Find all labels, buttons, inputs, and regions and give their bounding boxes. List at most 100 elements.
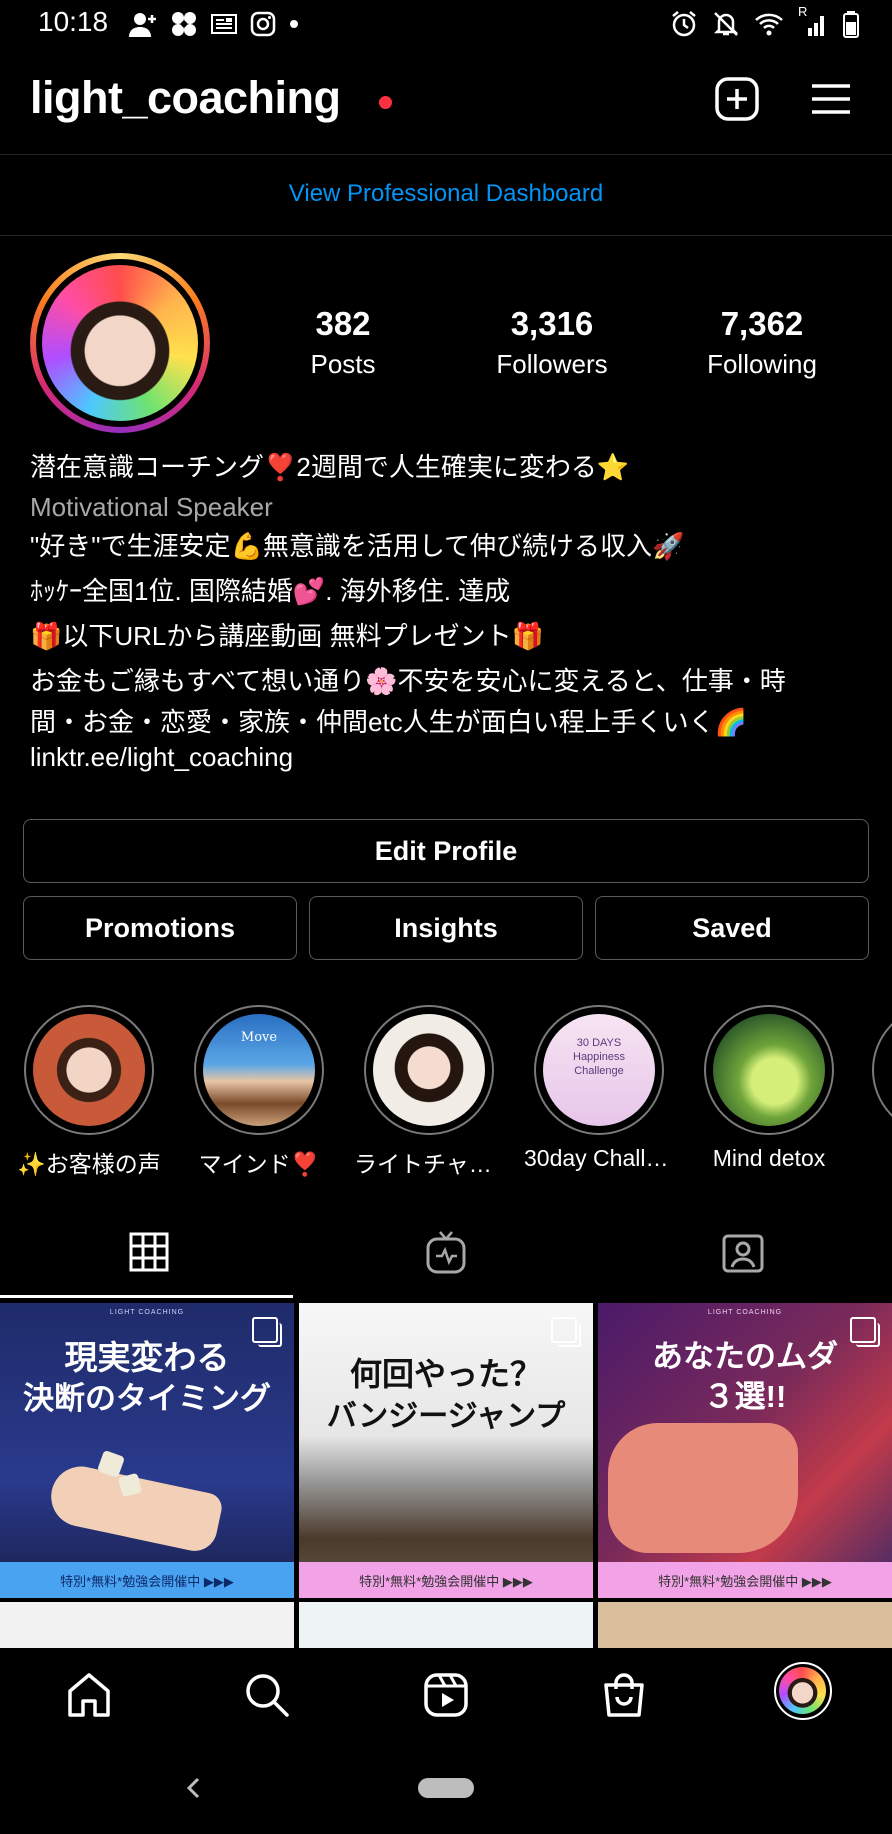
highlight-item[interactable]: ライトチャット bbox=[354, 1005, 504, 1179]
post-thumbnail[interactable]: 何回やった？ バンジージャンプ 特別*無料*勉強会開催中 ▶▶▶ bbox=[299, 1303, 593, 1598]
home-gesture-pill[interactable] bbox=[418, 1778, 474, 1798]
create-button[interactable] bbox=[712, 74, 762, 124]
back-chevron-icon[interactable] bbox=[184, 1776, 204, 1800]
highlight-cover: Move bbox=[203, 1014, 315, 1126]
post-brand: LIGHT COACHING bbox=[109, 1309, 185, 1316]
highlight-label: ✨お客様の声 bbox=[17, 1151, 161, 1177]
tab-posts-grid[interactable] bbox=[0, 1207, 297, 1297]
promotions-button[interactable]: Promotions bbox=[23, 896, 297, 960]
post-thumbnail-partial[interactable] bbox=[598, 1602, 892, 1648]
signal-icon: R bbox=[798, 4, 828, 38]
highlight-cover-text: Move bbox=[240, 1030, 278, 1045]
plus-square-icon bbox=[715, 77, 759, 121]
stat-value: 3,316 bbox=[510, 305, 594, 342]
post-title-line: あなたのムダ bbox=[652, 1339, 838, 1374]
mute-icon bbox=[713, 12, 739, 36]
highlight-item[interactable]: Move マインド❣️ bbox=[184, 1005, 334, 1179]
highlight-item[interactable]: ✨お客様の声 bbox=[14, 1005, 164, 1179]
shop-icon bbox=[604, 1673, 644, 1717]
notification-dot bbox=[379, 96, 392, 109]
home-icon bbox=[68, 1673, 110, 1717]
add-person-icon bbox=[129, 13, 156, 37]
profile-avatar[interactable] bbox=[30, 253, 210, 433]
post-title-line: ３選!! bbox=[703, 1379, 787, 1414]
status-bar: 10:18 R bbox=[0, 0, 892, 48]
igtv-icon bbox=[426, 1231, 465, 1274]
insights-button[interactable]: Insights bbox=[309, 896, 583, 960]
highlight-label: 30day Challen... bbox=[524, 1145, 674, 1171]
highlight-item[interactable]: 30 DAYS Happiness Challenge 30day Challe… bbox=[524, 1005, 674, 1172]
stat-label: Following bbox=[707, 349, 817, 379]
highlight-cover bbox=[373, 1014, 485, 1126]
tab-igtv[interactable] bbox=[297, 1207, 594, 1297]
bio-line: 🎁以下URLから講座動画 無料プレゼント🎁 bbox=[30, 621, 544, 651]
reels-icon bbox=[424, 1673, 468, 1717]
multiple-posts-icon bbox=[551, 1317, 581, 1347]
highlight-cover-text: 30 DAYS Happiness Challenge bbox=[573, 1037, 625, 1077]
news-icon bbox=[211, 14, 237, 34]
status-time: 10:18 bbox=[38, 6, 109, 37]
highlight-item[interactable]: Mind detox bbox=[694, 1005, 844, 1172]
dot-icon bbox=[290, 20, 298, 28]
post-title-line: 何回やった？ bbox=[349, 1356, 542, 1392]
highlight-cover bbox=[713, 1014, 825, 1126]
highlight-item-partial[interactable] bbox=[872, 1005, 892, 1135]
active-tab-indicator bbox=[0, 1295, 293, 1298]
header-divider bbox=[0, 154, 892, 155]
bio-line: ﾎｯｹｰ全国1位. 国際結婚💕. 海外移住. 達成 bbox=[30, 576, 511, 606]
nav-reels[interactable] bbox=[416, 1665, 476, 1725]
saved-button[interactable]: Saved bbox=[595, 896, 869, 960]
post-title-line: 決断のタイミング bbox=[23, 1381, 271, 1416]
post-footer: 特別*無料*勉強会開催中 ▶▶▶ bbox=[0, 1562, 294, 1598]
stat-label: Posts bbox=[310, 349, 376, 379]
profile-bio: 潜在意識コーチング❣️2週間で人生確実に変わる⭐ Motivational Sp… bbox=[30, 445, 870, 774]
hamburger-menu-icon bbox=[812, 84, 850, 114]
bottom-navigation bbox=[0, 1648, 892, 1738]
menu-button[interactable] bbox=[806, 74, 856, 124]
profile-link[interactable]: linktr.ee/light_coaching bbox=[30, 740, 870, 774]
highlight-label: ライトチャット bbox=[354, 1151, 504, 1177]
post-brand: LIGHT COACHING bbox=[707, 1309, 783, 1316]
post-footer: 特別*無料*勉強会開催中 ▶▶▶ bbox=[598, 1562, 892, 1598]
bio-line: お金もご縁もすべて想い通り🌸不安を安心に変えると、仕事・時 bbox=[30, 666, 786, 696]
stat-value: 382 bbox=[315, 305, 371, 342]
following-count[interactable]: 7,362 Following bbox=[682, 305, 842, 380]
post-thumbnail-partial[interactable] bbox=[0, 1602, 294, 1648]
fist-image bbox=[608, 1423, 798, 1553]
post-thumbnail[interactable]: LIGHT COACHING 現実変わる 決断のタイミング 特別*無料*勉強会開… bbox=[0, 1303, 294, 1598]
battery-icon bbox=[843, 11, 859, 38]
highlight-label: Mind detox bbox=[712, 1145, 826, 1171]
followers-count[interactable]: 3,316 Followers bbox=[472, 305, 632, 380]
nav-search[interactable] bbox=[237, 1665, 297, 1725]
post-footer: 特別*無料*勉強会開催中 ▶▶▶ bbox=[299, 1562, 593, 1598]
highlight-label: マインド❣️ bbox=[198, 1151, 320, 1177]
nav-profile-avatar[interactable] bbox=[774, 1662, 832, 1720]
status-left-icons bbox=[128, 10, 300, 38]
wifi-icon bbox=[755, 13, 783, 36]
profile-username[interactable]: light_coaching bbox=[30, 72, 341, 124]
post-thumbnail[interactable]: LIGHT COACHING あなたのムダ ３選!! 特別*無料*勉強会開催中 … bbox=[598, 1303, 892, 1598]
multiple-posts-icon bbox=[850, 1317, 880, 1347]
post-title-line: 現実変わる bbox=[64, 1339, 230, 1376]
profile-avatar-photo bbox=[779, 1667, 826, 1714]
pinwheel-icon bbox=[172, 12, 196, 36]
stat-label: Followers bbox=[496, 349, 608, 379]
posts-count[interactable]: 382 Posts bbox=[263, 305, 423, 380]
post-thumbnail-partial[interactable] bbox=[299, 1602, 593, 1648]
post-title-line: バンジージャンプ bbox=[326, 1400, 566, 1433]
search-icon bbox=[246, 1674, 289, 1717]
bio-line: "好き"で生涯安定💪無意識を活用して伸び続ける収入🚀 bbox=[30, 531, 685, 561]
highlight-cover: 30 DAYS Happiness Challenge bbox=[543, 1014, 655, 1126]
tab-tagged[interactable] bbox=[594, 1207, 891, 1297]
tagged-icon bbox=[722, 1234, 763, 1273]
edit-profile-button[interactable]: Edit Profile bbox=[23, 819, 869, 883]
status-right-icons: R bbox=[670, 4, 860, 38]
avatar-photo bbox=[42, 265, 198, 421]
profile-category: Motivational Speaker bbox=[30, 492, 273, 522]
instagram-icon bbox=[250, 11, 276, 37]
nav-shop[interactable] bbox=[594, 1665, 654, 1725]
nav-home[interactable] bbox=[59, 1665, 119, 1725]
professional-dashboard-link[interactable]: View Professional Dashboard bbox=[0, 180, 892, 208]
multiple-posts-icon bbox=[252, 1317, 282, 1347]
highlight-cover bbox=[33, 1014, 145, 1126]
